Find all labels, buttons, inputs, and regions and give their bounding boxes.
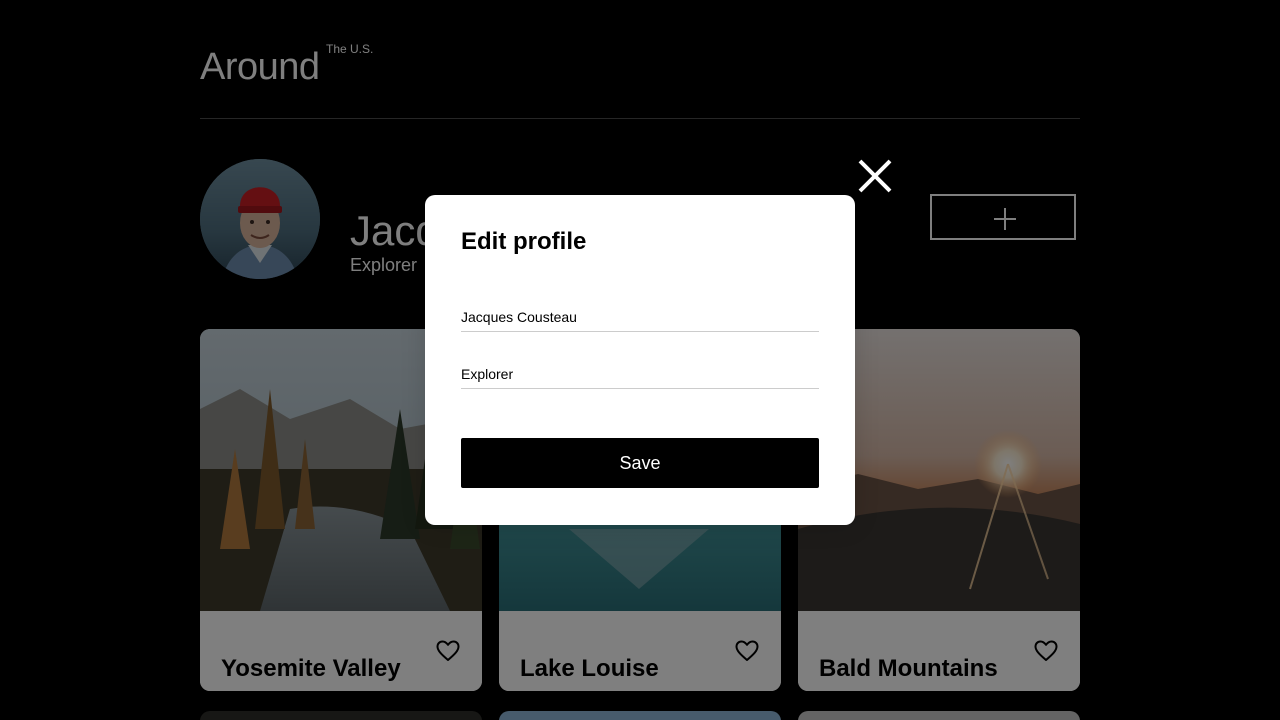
edit-profile-modal: Edit profile Save bbox=[425, 195, 855, 525]
name-input[interactable] bbox=[461, 302, 819, 332]
modal-title: Edit profile bbox=[461, 228, 587, 255]
close-icon bbox=[858, 159, 892, 193]
about-input[interactable] bbox=[461, 359, 819, 389]
page: Around The U.S. bbox=[0, 0, 1280, 720]
save-button[interactable]: Save bbox=[461, 438, 819, 488]
close-modal-button[interactable] bbox=[855, 155, 895, 195]
